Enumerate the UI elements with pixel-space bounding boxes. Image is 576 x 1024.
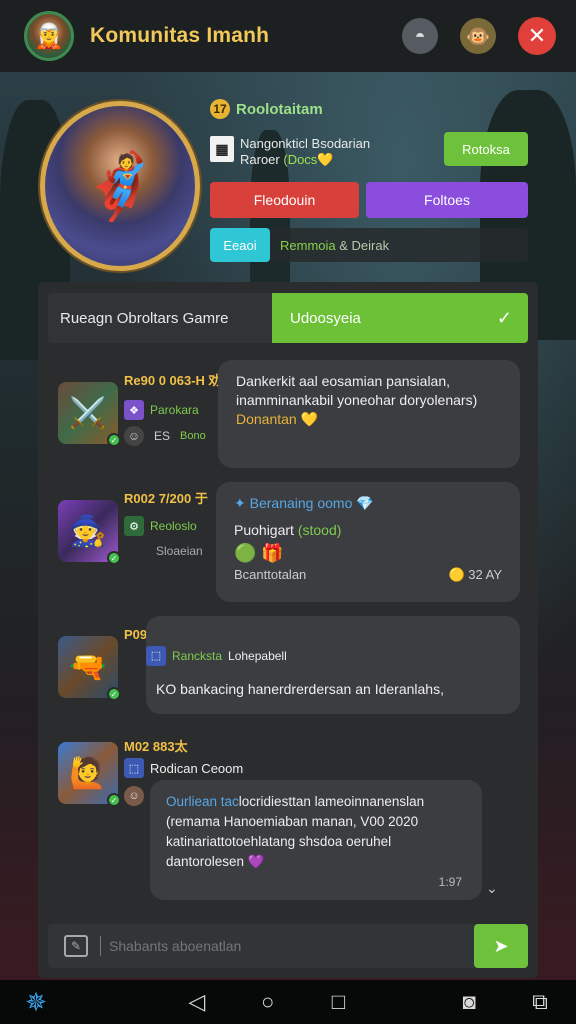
profile-info: 17 Roolotaitam ▦ Nangonkticl Bsodarian R… <box>210 96 528 262</box>
back-icon[interactable]: ◁ <box>179 989 215 1015</box>
red-action-button[interactable]: Fleodouin <box>210 182 359 218</box>
recents-icon[interactable]: □ <box>320 989 356 1015</box>
online-status-icon: ✓ <box>107 433 121 447</box>
message-item: Re90 0 063-H 劝 ⭐⭐ ⚔️ ✓ ❖ Parokara ☺ ES B… <box>38 360 538 472</box>
chat-panel: Rueagn Obroltars Gamre Udoosyeia ✓ Re90 … <box>38 282 538 978</box>
message-role: ⬚ Rancksta Lohepabell <box>146 646 287 666</box>
message-bubble: ✦ Beranaing oomo 💎 Puohigart (stood) 🟢 🎁… <box>216 482 520 602</box>
system-navbar: ✵ ◁ ○ □ ◙ ⧉ <box>0 980 576 1024</box>
message-avatar[interactable]: 🔫 ✓ <box>58 636 121 701</box>
check-icon: ✓ <box>496 307 512 328</box>
online-status-icon: ✓ <box>107 793 121 807</box>
small-avatar-icon: ☺ <box>124 786 144 806</box>
top-bar: 🧝 Komunitas Imanh ◓ 🐵 ✕ <box>0 0 576 72</box>
message-role: ⚙ Reoloslo <box>124 516 197 536</box>
room-header: Rueagn Obroltars Gamre Udoosyeia ✓ <box>48 293 528 355</box>
profile-avatar[interactable]: 🦸 <box>40 101 200 271</box>
message-role: ❖ Parokara <box>124 400 199 420</box>
online-status-icon: ✓ <box>107 687 121 701</box>
chevron-down-icon[interactable]: ⌄ <box>486 880 498 897</box>
role-icon: ⚙ <box>124 516 144 536</box>
message-item: P090 3/25t 太 🔫 ✓ ⬚ Rancksta Lohepabell K… <box>38 616 538 728</box>
tag-text: Remmoia & Deirak <box>280 237 390 253</box>
camera-icon[interactable]: ◙ <box>451 989 487 1015</box>
message-sub-info: Sloaeian <box>156 544 203 558</box>
send-button[interactable]: ➤ <box>474 924 528 968</box>
mascot-icon[interactable]: 🐵 <box>460 18 496 54</box>
close-icon[interactable]: ✕ <box>518 17 556 55</box>
message-bubble: Ourliean taclocridiesttan lameoinnanensl… <box>150 780 482 900</box>
home-icon[interactable]: ○ <box>250 989 286 1015</box>
online-status-icon: ✓ <box>107 551 121 565</box>
message-role: ⬚ Rodican Ceoom <box>124 758 243 778</box>
community-avatar[interactable]: 🧝 <box>24 11 74 61</box>
screenshot-icon[interactable]: ⧉ <box>522 989 558 1015</box>
top-actions: ◓ 🐵 ✕ <box>402 17 556 55</box>
help-icon[interactable]: ◓ <box>402 18 438 54</box>
qr-code-icon[interactable]: ▦ <box>210 136 234 162</box>
emoji-avatar-icon: ☺ <box>124 426 144 446</box>
app-title: Komunitas Imanh <box>90 24 270 47</box>
message-meta: R002 7/200 于 <box>124 491 208 506</box>
room-status-button[interactable]: Udoosyeia ✓ <box>272 293 528 343</box>
gift-icons: 🟢 🎁 <box>234 543 284 563</box>
follow-button[interactable]: Rotoksa <box>444 132 528 166</box>
message-sub-info: ☺ ES Bono <box>124 426 206 446</box>
role-icon: ⬚ <box>124 758 144 778</box>
app-brand-icon[interactable]: ✵ <box>18 987 54 1018</box>
tag-button[interactable]: Eeaoi <box>210 228 270 262</box>
message-avatar[interactable]: 🧙 ✓ <box>58 500 121 565</box>
message-item: M02 883太 🙋 ✓ ⬚ Rodican Ceoom ☺ Ourliean … <box>38 732 538 912</box>
role-icon: ⬚ <box>146 646 166 666</box>
purple-action-button[interactable]: Foltoes <box>366 182 528 218</box>
room-name[interactable]: Rueagn Obroltars Gamre <box>48 293 272 343</box>
message-avatar[interactable]: ⚔️ ✓ <box>58 382 121 447</box>
profile-name: Roolotaitam <box>236 100 323 118</box>
level-badge: 17 <box>210 99 230 119</box>
message-item: R002 7/200 于 🧙 ✓ ⚙ Reoloslo Sloaeian ✦ B… <box>38 482 538 604</box>
compose-icon[interactable]: ✎ <box>64 935 88 957</box>
message-composer: ✎ ➤ <box>48 924 528 968</box>
message-meta: M02 883太 <box>124 739 188 754</box>
tag-row: Eeaoi Remmoia & Deirak <box>210 228 528 262</box>
profile-description: Nangonkticl Bsodarian Raroer (Docs💛 <box>240 136 371 167</box>
role-icon: ❖ <box>124 400 144 420</box>
message-bubble: Dankerkit aal eosamian pansialan, inammi… <box>218 360 520 468</box>
message-bubble: ⬚ Rancksta Lohepabell KO bankacing haner… <box>146 616 520 714</box>
message-input[interactable] <box>100 936 450 956</box>
message-avatar[interactable]: 🙋 ✓ <box>58 742 121 807</box>
